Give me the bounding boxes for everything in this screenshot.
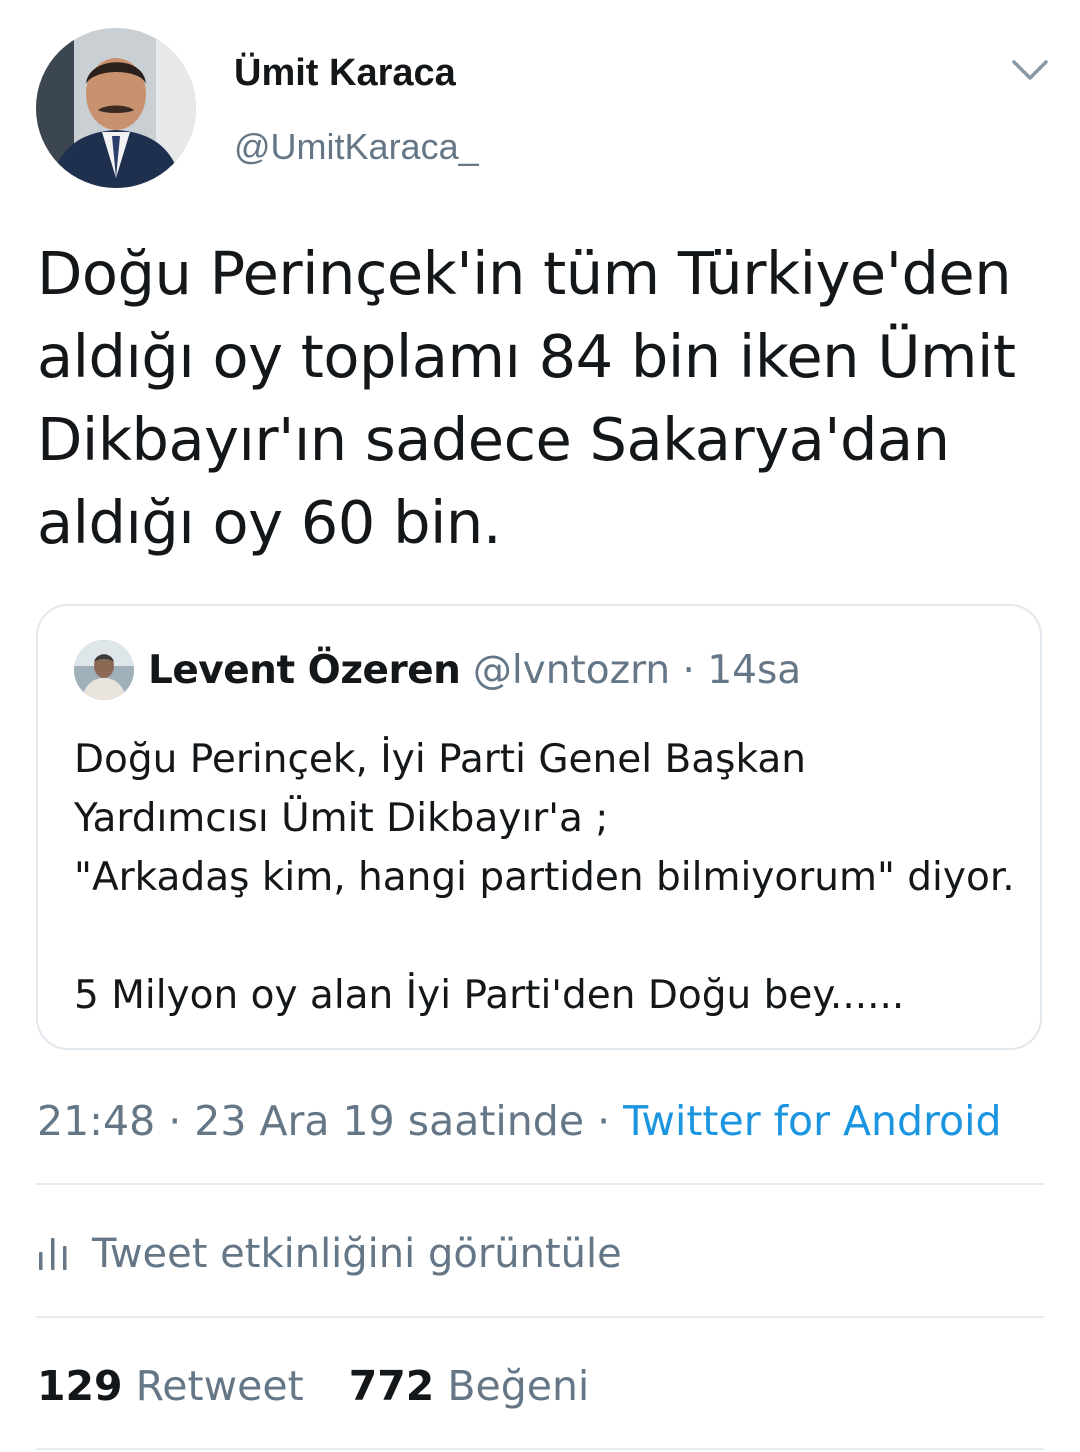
quoted-text-line: "Arkadaş kim, hangi partiden bilmiyorum"… bbox=[74, 855, 1015, 900]
quoted-author-photo bbox=[74, 640, 134, 700]
quoted-tweet-header: Levent Özeren @lvntozrn · 14sa bbox=[148, 646, 801, 696]
view-tweet-activity[interactable]: Tweet etkinliğini görüntüle bbox=[36, 1226, 622, 1282]
divider bbox=[36, 1448, 1044, 1450]
likes-count: 772 bbox=[348, 1362, 435, 1410]
tweet-text-line: aldığı oy 60 bin. bbox=[37, 488, 502, 557]
likes-stat[interactable]: 772 Beğeni bbox=[349, 1362, 590, 1410]
tweet-stats: 129 Retweet 772 Beğeni bbox=[37, 1358, 621, 1414]
author-avatar[interactable] bbox=[36, 28, 196, 188]
view-tweet-activity-label: Tweet etkinliğini görüntüle bbox=[92, 1231, 622, 1277]
quoted-text-blank-line bbox=[74, 907, 1034, 966]
divider bbox=[36, 1316, 1044, 1318]
quoted-author-name: Levent Özeren bbox=[148, 648, 461, 693]
tweet-text-line: Doğu Perinçek'in tüm Türkiye'den bbox=[37, 239, 1012, 308]
meta-separator: · bbox=[584, 1097, 624, 1145]
quoted-separator: · bbox=[670, 648, 708, 693]
analytics-bars-icon bbox=[39, 1238, 67, 1270]
quoted-tweet-card[interactable]: Levent Özeren @lvntozrn · 14sa Doğu Peri… bbox=[36, 604, 1042, 1050]
tweet-time: 21:48 bbox=[37, 1097, 156, 1145]
quoted-text-line: Yardımcısı Ümit Dikbayır'a ; bbox=[74, 796, 609, 841]
author-photo bbox=[36, 28, 196, 188]
tweet-text-line: aldığı oy toplamı 84 bin iken Ümit bbox=[37, 322, 1016, 391]
divider bbox=[36, 1183, 1044, 1185]
tweet-metadata: 21:48 · 23 Ara 19 saatinde · Twitter for… bbox=[37, 1094, 1002, 1148]
quoted-author-avatar bbox=[74, 640, 134, 700]
retweets-stat[interactable]: 129 Retweet bbox=[37, 1362, 304, 1410]
likes-label: Beğeni bbox=[447, 1362, 590, 1410]
chevron-down-icon[interactable] bbox=[1008, 54, 1052, 88]
meta-separator: · bbox=[155, 1097, 195, 1145]
quoted-tweet-text: Doğu Perinçek, İyi Parti Genel Başkan Ya… bbox=[74, 730, 1034, 1025]
tweet-text: Doğu Perinçek'in tüm Türkiye'den aldığı … bbox=[37, 232, 1047, 564]
retweets-label: Retweet bbox=[135, 1362, 304, 1410]
quoted-tweet-age: 14sa bbox=[707, 648, 802, 693]
quoted-author-handle: @lvntozrn bbox=[472, 648, 671, 693]
tweet-source-link[interactable]: Twitter for Android bbox=[623, 1097, 1001, 1145]
tweet-date: 23 Ara 19 saatinde bbox=[194, 1097, 585, 1145]
quoted-text-line: 5 Milyon oy alan İyi Parti'den Doğu bey.… bbox=[74, 973, 905, 1018]
quoted-text-line: Doğu Perinçek, İyi Parti Genel Başkan bbox=[74, 737, 806, 782]
retweets-count: 129 bbox=[37, 1362, 123, 1410]
author-handle[interactable]: @UmitKaraca_ bbox=[234, 124, 479, 170]
author-name[interactable]: Ümit Karaca bbox=[234, 50, 456, 96]
tweet-text-line: Dikbayır'ın sadece Sakarya'dan bbox=[37, 405, 950, 474]
